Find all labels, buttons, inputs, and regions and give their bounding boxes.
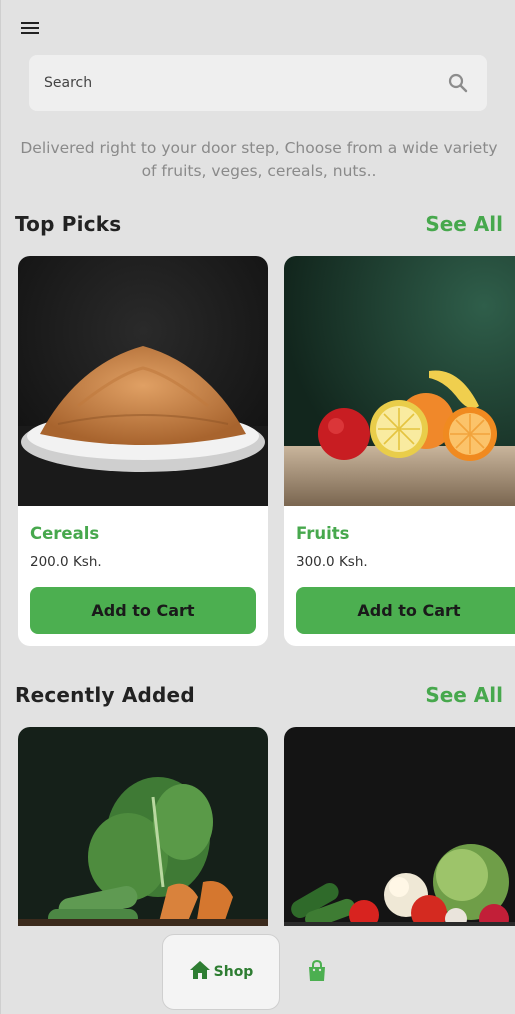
product-card-cereals[interactable]: Cereals 200.0 Ksh. Add to Cart bbox=[18, 256, 268, 646]
product-image-vegetables bbox=[18, 727, 268, 926]
product-card-vegetables[interactable] bbox=[18, 727, 268, 926]
nav-shop-tab[interactable]: Shop bbox=[162, 934, 280, 1010]
add-to-cart-button[interactable]: Add to Cart bbox=[296, 587, 515, 634]
product-name: Cereals bbox=[30, 524, 100, 543]
app-screen: Delivered right to your door step, Choos… bbox=[0, 0, 515, 1014]
product-card-mixed-vegetables[interactable] bbox=[284, 727, 515, 926]
recently-added-header: Recently Added See All bbox=[15, 683, 503, 707]
product-image-mixed-vegetables bbox=[284, 727, 515, 926]
search-icon[interactable] bbox=[447, 72, 469, 94]
top-picks-see-all-link[interactable]: See All bbox=[425, 212, 503, 236]
search-bar bbox=[29, 55, 487, 111]
product-card-fruits[interactable]: Fruits 300.0 Ksh. Add to Cart bbox=[284, 256, 515, 646]
recently-added-title: Recently Added bbox=[15, 683, 195, 707]
top-picks-header: Top Picks See All bbox=[15, 212, 503, 236]
bottom-navigation: Shop bbox=[1, 926, 515, 1014]
search-input[interactable] bbox=[44, 75, 447, 91]
product-image-fruits bbox=[284, 256, 515, 506]
product-price: 200.0 Ksh. bbox=[30, 554, 102, 570]
product-image-cereals bbox=[18, 256, 268, 506]
tagline-text: Delivered right to your door step, Choos… bbox=[20, 139, 498, 180]
nav-shop-label: Shop bbox=[213, 964, 254, 980]
hamburger-menu-icon[interactable] bbox=[17, 17, 43, 39]
recently-added-see-all-link[interactable]: See All bbox=[425, 683, 503, 707]
top-picks-title: Top Picks bbox=[15, 212, 122, 236]
shopping-bag-icon[interactable] bbox=[305, 959, 329, 983]
add-to-cart-button[interactable]: Add to Cart bbox=[30, 587, 256, 634]
home-icon bbox=[189, 960, 211, 984]
product-price: 300.0 Ksh. bbox=[296, 554, 368, 570]
product-name: Fruits bbox=[296, 524, 350, 543]
